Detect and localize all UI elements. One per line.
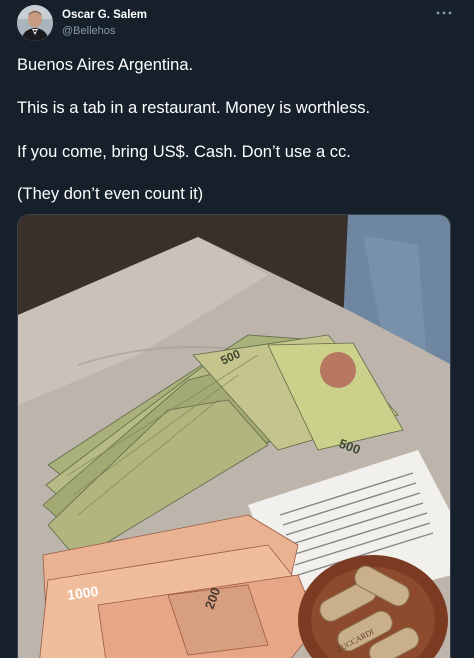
- photo-illustration: 500 500 200 1000 ZUCCARDI: [18, 215, 450, 658]
- tweet-text-line: Buenos Aires Argentina.: [17, 56, 194, 74]
- author-name[interactable]: Oscar G. Salem: [62, 9, 147, 21]
- more-options-icon[interactable]: [432, 4, 456, 22]
- tweet-text-line: If you come, bring US$. Cash. Don’t use …: [17, 143, 351, 161]
- avatar[interactable]: [17, 5, 53, 41]
- tweet-text-line: (They don’t even count it): [17, 185, 204, 203]
- author-handle[interactable]: @Bellehos: [62, 25, 115, 37]
- tweet: Oscar G. Salem @Bellehos Buenos Aires Ar…: [0, 0, 474, 658]
- tweet-text-line: This is a tab in a restaurant. Money is …: [17, 99, 371, 117]
- tweet-photo[interactable]: 500 500 200 1000 ZUCCARDI: [17, 214, 451, 658]
